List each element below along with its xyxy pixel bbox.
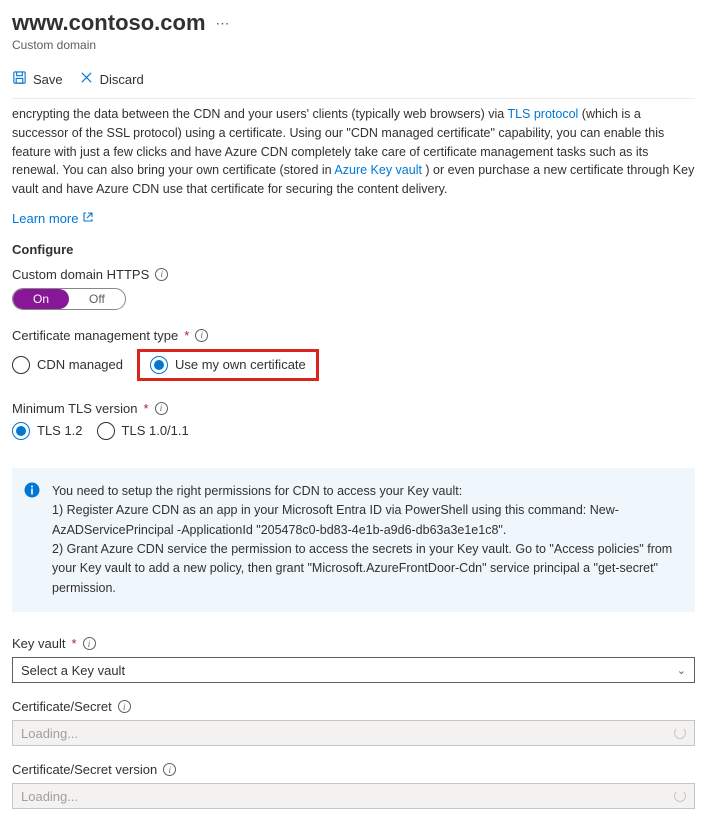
cert-version-label: Certificate/Secret version bbox=[12, 762, 157, 777]
discard-button[interactable]: Discard bbox=[79, 70, 144, 88]
divider bbox=[12, 98, 695, 99]
https-toggle[interactable]: On Off bbox=[12, 288, 126, 310]
highlight-box: Use my own certificate bbox=[137, 349, 319, 381]
tls-protocol-link[interactable]: TLS protocol bbox=[507, 107, 578, 121]
cert-version-select: Loading... bbox=[12, 783, 695, 809]
keyvault-label: Key vault bbox=[12, 636, 65, 651]
radio-icon bbox=[150, 356, 168, 374]
toggle-off: Off bbox=[69, 289, 125, 309]
required-mark: * bbox=[184, 328, 189, 343]
info-step2: 2) Grant Azure CDN service the permissio… bbox=[52, 540, 681, 598]
page-title: www.contoso.com bbox=[12, 10, 206, 36]
toggle-on: On bbox=[13, 289, 69, 309]
info-icon[interactable]: i bbox=[195, 329, 208, 342]
cert-own-radio[interactable]: Use my own certificate bbox=[150, 356, 306, 374]
info-icon[interactable]: i bbox=[155, 268, 168, 281]
spinner-icon bbox=[674, 727, 686, 739]
external-link-icon bbox=[82, 211, 94, 226]
save-icon bbox=[12, 70, 27, 88]
cert-cdn-managed-radio[interactable]: CDN managed bbox=[12, 356, 123, 374]
more-icon[interactable]: ⋯ bbox=[216, 15, 230, 32]
discard-label: Discard bbox=[100, 72, 144, 87]
radio-icon bbox=[97, 422, 115, 440]
info-panel-icon bbox=[24, 482, 40, 504]
keyvault-select[interactable]: Select a Key vault ⌄ bbox=[12, 657, 695, 683]
info-icon[interactable]: i bbox=[155, 402, 168, 415]
spinner-icon bbox=[674, 790, 686, 802]
chevron-down-icon: ⌄ bbox=[677, 664, 686, 677]
radio-icon bbox=[12, 422, 30, 440]
page-subtitle: Custom domain bbox=[12, 38, 695, 52]
tls-10-radio[interactable]: TLS 1.0/1.1 bbox=[97, 422, 189, 440]
cert-type-label: Certificate management type bbox=[12, 328, 178, 343]
info-intro: You need to setup the right permissions … bbox=[52, 482, 681, 501]
info-panel: You need to setup the right permissions … bbox=[12, 468, 695, 612]
https-label: Custom domain HTTPS bbox=[12, 267, 149, 282]
learn-more-link[interactable]: Learn more bbox=[12, 211, 94, 226]
save-label: Save bbox=[33, 72, 63, 87]
required-mark: * bbox=[71, 636, 76, 651]
cert-secret-label: Certificate/Secret bbox=[12, 699, 112, 714]
info-icon[interactable]: i bbox=[83, 637, 96, 650]
tls-12-radio[interactable]: TLS 1.2 bbox=[12, 422, 83, 440]
cert-secret-select: Loading... bbox=[12, 720, 695, 746]
save-button[interactable]: Save bbox=[12, 70, 63, 88]
configure-heading: Configure bbox=[12, 242, 695, 257]
tls-version-label: Minimum TLS version bbox=[12, 401, 137, 416]
azure-key-vault-link[interactable]: Azure Key vault bbox=[334, 163, 422, 177]
info-icon[interactable]: i bbox=[118, 700, 131, 713]
radio-icon bbox=[12, 356, 30, 374]
description-text: encrypting the data between the CDN and … bbox=[12, 105, 695, 199]
required-mark: * bbox=[143, 401, 148, 416]
info-icon[interactable]: i bbox=[163, 763, 176, 776]
close-icon bbox=[79, 70, 94, 88]
info-step1: 1) Register Azure CDN as an app in your … bbox=[52, 501, 681, 540]
